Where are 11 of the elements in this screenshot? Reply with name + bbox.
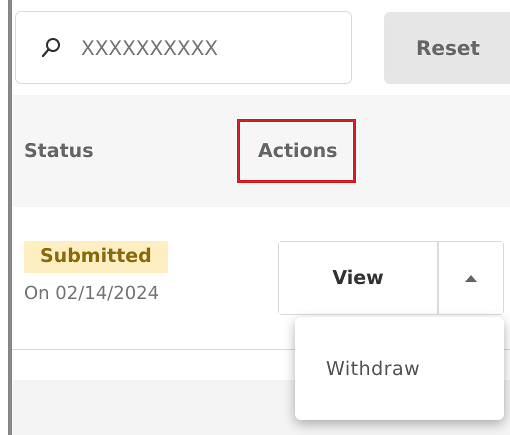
search-field[interactable]: XXXXXXXXXX: [15, 11, 352, 84]
view-button[interactable]: View: [279, 242, 439, 314]
caret-up-icon: [465, 274, 477, 282]
search-text: XXXXXXXXXX: [81, 36, 218, 60]
status-date: On 02/14/2024: [24, 283, 160, 304]
column-header: Actions: [240, 122, 354, 180]
menu-item[interactable]: Withdraw: [295, 358, 420, 380]
reset-button[interactable]: Reset: [384, 12, 510, 84]
status-badge: Submitted: [24, 241, 168, 273]
search-icon: [41, 36, 61, 58]
column-header: Status: [24, 139, 94, 164]
